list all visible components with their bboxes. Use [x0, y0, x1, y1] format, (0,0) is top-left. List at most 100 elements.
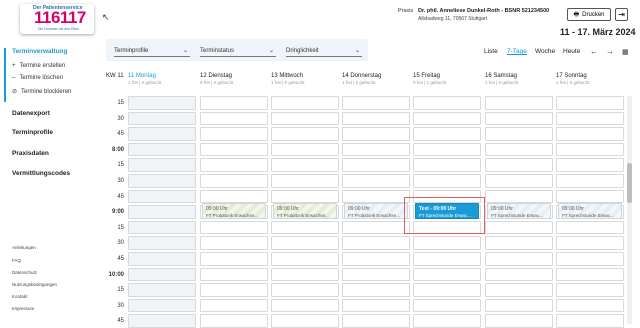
time-slot[interactable]	[485, 174, 553, 188]
sidebar-item-praxisdaten[interactable]: Praxisdaten	[12, 150, 49, 157]
time-slot[interactable]	[413, 111, 481, 126]
time-slot[interactable]	[485, 111, 553, 126]
time-slot[interactable]	[413, 96, 481, 110]
sidebar-item-datenexport[interactable]: Datenexport	[12, 110, 50, 117]
day-header[interactable]: 16 Samstag 1 frei | 0 gebucht	[485, 73, 518, 85]
time-slot[interactable]	[342, 127, 410, 141]
time-slot[interactable]	[342, 111, 410, 126]
time-slot[interactable]	[271, 252, 339, 266]
time-slot[interactable]	[200, 174, 268, 188]
time-slot[interactable]	[413, 142, 481, 157]
time-slot[interactable]	[271, 298, 339, 313]
time-slot[interactable]	[128, 174, 196, 188]
time-slot[interactable]	[485, 236, 553, 250]
time-slot[interactable]	[342, 314, 410, 328]
terminstatus-dropdown[interactable]: Terminstatus ⌄	[200, 45, 276, 57]
time-slot[interactable]	[413, 298, 481, 313]
time-slot[interactable]	[413, 158, 481, 172]
time-slot[interactable]	[556, 298, 624, 313]
time-slot[interactable]	[342, 158, 410, 172]
time-slot[interactable]	[413, 236, 481, 250]
time-slot[interactable]	[413, 314, 481, 328]
time-slot[interactable]	[342, 142, 410, 157]
time-slot[interactable]	[485, 96, 553, 110]
time-slot[interactable]	[342, 283, 410, 297]
time-slot[interactable]	[556, 236, 624, 250]
appointment-free[interactable]: 09:00 Uhr FT Probatorik Erwachse...	[202, 203, 266, 220]
time-slot[interactable]	[556, 252, 624, 266]
footer-link-kontakt[interactable]: Kontakt	[12, 294, 27, 299]
time-slot[interactable]	[485, 314, 553, 328]
day-header[interactable]: 13 Mittwoch 1 frei | 0 gebucht	[271, 73, 304, 85]
time-slot[interactable]	[200, 189, 268, 204]
time-slot[interactable]	[200, 111, 268, 126]
time-slot[interactable]	[200, 158, 268, 172]
time-slot[interactable]	[200, 314, 268, 328]
time-slot[interactable]	[342, 174, 410, 188]
time-slot[interactable]	[200, 96, 268, 110]
time-slot[interactable]	[342, 252, 410, 266]
scrollbar-thumb[interactable]	[627, 163, 632, 203]
calendar-icon[interactable]: ▦	[622, 48, 629, 56]
time-slot[interactable]	[128, 111, 196, 126]
time-slot[interactable]	[556, 158, 624, 172]
time-slot[interactable]	[271, 314, 339, 328]
time-slot[interactable]	[413, 174, 481, 188]
time-slot[interactable]	[342, 236, 410, 250]
time-slot[interactable]	[271, 158, 339, 172]
time-slot[interactable]	[556, 111, 624, 126]
footer-link-datenschutz[interactable]: Datenschutz	[12, 270, 37, 275]
time-slot[interactable]	[200, 298, 268, 313]
time-slot[interactable]	[556, 142, 624, 157]
time-slot[interactable]	[342, 220, 410, 235]
time-slot[interactable]	[128, 142, 196, 157]
day-header[interactable]: 11 Montag 1 frei | 0 gebucht	[128, 73, 161, 85]
time-slot[interactable]	[128, 283, 196, 297]
appointment-free[interactable]: 09:00 Uhr FT Probatorik Erwachse...	[344, 203, 408, 220]
sidebar-item-termine-blockieren[interactable]: ⊘ Termine blockieren	[12, 88, 71, 96]
time-slot[interactable]	[128, 127, 196, 141]
time-slot[interactable]	[200, 142, 268, 157]
sidebar-item-termine-loeschen[interactable]: – Termine löschen	[12, 75, 63, 81]
time-slot[interactable]	[271, 111, 339, 126]
time-slot[interactable]	[342, 267, 410, 282]
time-slot[interactable]	[200, 283, 268, 297]
sidebar-item-termine-erstellen[interactable]: + Termine erstellen	[12, 63, 65, 69]
dringlichkeit-dropdown[interactable]: Dringlichkeit ⌄	[286, 45, 362, 57]
sidebar-item-vermittlungscodes[interactable]: Vermittlungscodes	[12, 170, 70, 177]
time-slot[interactable]	[128, 314, 196, 328]
time-slot[interactable]	[271, 220, 339, 235]
time-slot[interactable]	[271, 142, 339, 157]
arrow-left-icon[interactable]: ←	[590, 47, 598, 56]
day-header[interactable]: 12 Dienstag 0 frei | 0 gebucht	[200, 73, 233, 85]
day-header[interactable]: 14 Donnerstag 1 frei | 0 gebucht	[342, 73, 381, 85]
appointment-free[interactable]: 09:00 Uhr FT Sprechstunde Erwac...	[558, 203, 622, 220]
time-slot[interactable]	[200, 267, 268, 282]
time-slot[interactable]	[485, 127, 553, 141]
time-slot[interactable]	[128, 252, 196, 266]
arrow-right-icon[interactable]: →	[606, 47, 614, 56]
time-slot[interactable]	[128, 158, 196, 172]
time-slot[interactable]	[556, 96, 624, 110]
time-slot[interactable]	[556, 314, 624, 328]
time-slot[interactable]	[200, 236, 268, 250]
time-slot[interactable]	[485, 267, 553, 282]
time-slot[interactable]	[556, 267, 624, 282]
time-slot[interactable]	[556, 174, 624, 188]
time-slot[interactable]	[342, 298, 410, 313]
time-slot[interactable]	[485, 158, 553, 172]
time-slot[interactable]	[128, 220, 196, 235]
scrollbar-track[interactable]	[627, 96, 632, 324]
time-slot[interactable]	[342, 96, 410, 110]
view-woche-link[interactable]: Woche	[535, 48, 555, 55]
time-slot[interactable]	[200, 220, 268, 235]
view-liste-link[interactable]: Liste	[484, 48, 498, 55]
time-slot[interactable]	[128, 267, 196, 282]
footer-link-faq[interactable]: FAQ	[12, 258, 21, 263]
logout-button[interactable]: ⇥	[615, 8, 628, 21]
time-slot[interactable]	[413, 283, 481, 297]
time-slot[interactable]	[128, 189, 196, 204]
print-button[interactable]: 🖶 Drucken	[567, 8, 611, 21]
time-slot[interactable]	[413, 267, 481, 282]
time-slot[interactable]	[271, 174, 339, 188]
